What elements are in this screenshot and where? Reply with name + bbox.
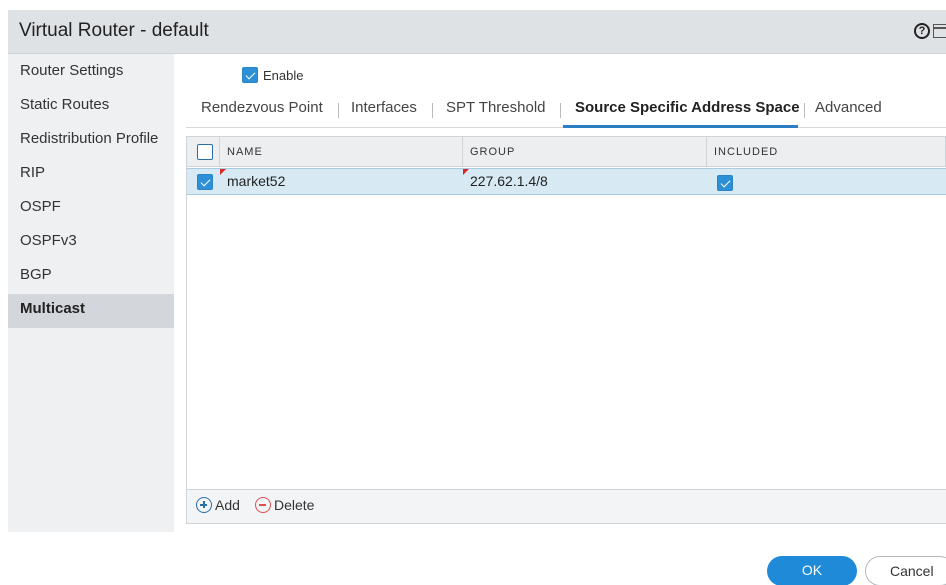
required-field-marker [220, 169, 226, 175]
tab-separator [432, 103, 433, 118]
plus-circle-icon [196, 497, 212, 513]
sidebar-item-router-settings[interactable]: Router Settings [8, 56, 174, 90]
active-tab-indicator [563, 125, 798, 128]
dialog-titlebar: Virtual Router - default ? [8, 10, 946, 54]
tab-interfaces[interactable]: Interfaces [351, 99, 417, 116]
select-all-checkbox[interactable] [197, 144, 213, 160]
enable-label: Enable [263, 67, 304, 83]
column-separator [706, 137, 707, 167]
delete-button[interactable]: Delete [255, 497, 314, 513]
sidebar-item-ospf[interactable]: OSPF [8, 192, 174, 226]
tab-advanced[interactable]: Advanced [815, 99, 882, 116]
row-included-checkbox[interactable] [717, 175, 733, 191]
tab-spt-threshold[interactable]: SPT Threshold [446, 99, 546, 116]
column-header-name[interactable]: NAME [227, 137, 263, 167]
row-name[interactable]: market52 [227, 173, 285, 189]
row-select-checkbox[interactable] [197, 174, 213, 190]
dialog-title: Virtual Router - default [19, 20, 209, 41]
tab-source-specific-address-space[interactable]: Source Specific Address Space [575, 99, 800, 116]
enable-checkbox[interactable] [242, 67, 258, 83]
required-field-marker [463, 169, 469, 175]
question-circle-icon[interactable]: ? [914, 23, 930, 39]
sidebar-item-rip[interactable]: RIP [8, 158, 174, 192]
sidebar: Router Settings Static Routes Redistribu… [8, 54, 174, 532]
column-separator [462, 137, 463, 167]
tab-rendezvous-point[interactable]: Rendezvous Point [201, 99, 323, 116]
row-group[interactable]: 227.62.1.4/8 [470, 173, 548, 189]
sidebar-item-multicast[interactable]: Multicast [8, 294, 174, 328]
table-row[interactable]: market52 227.62.1.4/8 [187, 168, 946, 195]
ok-button[interactable]: OK [767, 556, 857, 585]
add-button[interactable]: Add [196, 497, 240, 513]
column-header-group[interactable]: GROUP [470, 137, 515, 167]
enable-option[interactable]: Enable [242, 67, 303, 83]
table-footer: Add Delete [187, 489, 946, 523]
add-label: Add [215, 497, 240, 513]
sidebar-item-static-routes[interactable]: Static Routes [8, 90, 174, 124]
delete-label: Delete [274, 497, 315, 513]
sidebar-item-ospfv3[interactable]: OSPFv3 [8, 226, 174, 260]
tab-separator [804, 103, 805, 118]
column-separator [219, 137, 220, 167]
tab-bar: Rendezvous Point Interfaces SPT Threshol… [186, 94, 946, 128]
column-header-included[interactable]: INCLUDED [714, 137, 778, 167]
minus-circle-icon [255, 497, 271, 513]
maximize-icon[interactable] [933, 24, 946, 38]
cancel-button[interactable]: Cancel [865, 556, 946, 585]
sidebar-item-bgp[interactable]: BGP [8, 260, 174, 294]
tab-separator [560, 103, 561, 118]
address-space-table: NAME GROUP INCLUDED market52 227.62.1.4/… [186, 136, 946, 524]
sidebar-item-redistribution-profile[interactable]: Redistribution Profile [8, 124, 174, 158]
tab-separator [338, 103, 339, 118]
table-header: NAME GROUP INCLUDED [187, 137, 946, 167]
